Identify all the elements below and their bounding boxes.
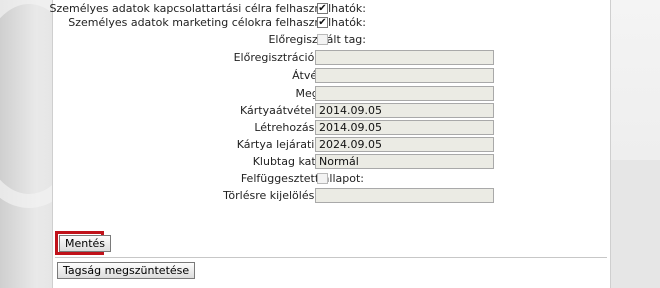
note-field[interactable] [315,86,494,101]
card-expiry-field[interactable]: 2024.09.05 [315,137,494,152]
deletion-mark-date-field[interactable] [315,188,494,203]
club-category-field[interactable]: Normál [315,154,494,169]
pickup-place-field[interactable] [315,68,494,83]
save-button[interactable]: Mentés [59,235,112,252]
suspended-row: Felfüggesztett állapot: [53,170,610,188]
preregistration-date-field[interactable] [315,50,494,65]
card-pickup-date-field[interactable]: 2014.09.05 [315,103,494,118]
preregistration-date-row: Előregisztráció dátuma: [53,49,610,67]
suspended-checkbox[interactable] [317,173,328,184]
created-date-row: Létrehozás dátuma: 2014.09.05 [53,119,610,137]
preregistered-checkbox[interactable] [317,34,328,45]
personal-contact-checkbox[interactable]: ✔ [317,3,328,14]
pickup-place-row: Átvételi hely: [53,67,610,85]
terminate-membership-button[interactable]: Tagság megszüntetése [57,262,196,279]
personal-marketing-row: Személyes adatok marketing célokra felha… [53,14,610,32]
card-expiry-row: Kártya lejárati dátuma: 2024.09.05 [53,136,610,154]
membership-form-panel: Személyes adatok kapcsolattartási célra … [49,0,611,258]
checkmark-icon: ✔ [318,3,327,14]
suspended-label: Felfüggesztett állapot: [240,172,364,185]
checkmark-icon: ✔ [318,17,327,28]
club-category-row: Klubtag kategóriája: Normál [53,153,610,171]
deletion-mark-date-row: Törlésre kijelölés dátuma: [53,187,610,205]
divider [55,257,607,258]
created-date-field[interactable]: 2014.09.05 [315,120,494,135]
card-pickup-date-row: Kártyaátvétel dátuma: 2014.09.05 [53,102,610,120]
background-right-decoration [608,0,660,160]
background-left-decoration [0,0,98,288]
preregistered-row: Előregisztrált tag: [53,31,610,49]
note-row: Megjegyzés: [53,85,610,103]
personal-marketing-checkbox[interactable]: ✔ [317,17,328,28]
